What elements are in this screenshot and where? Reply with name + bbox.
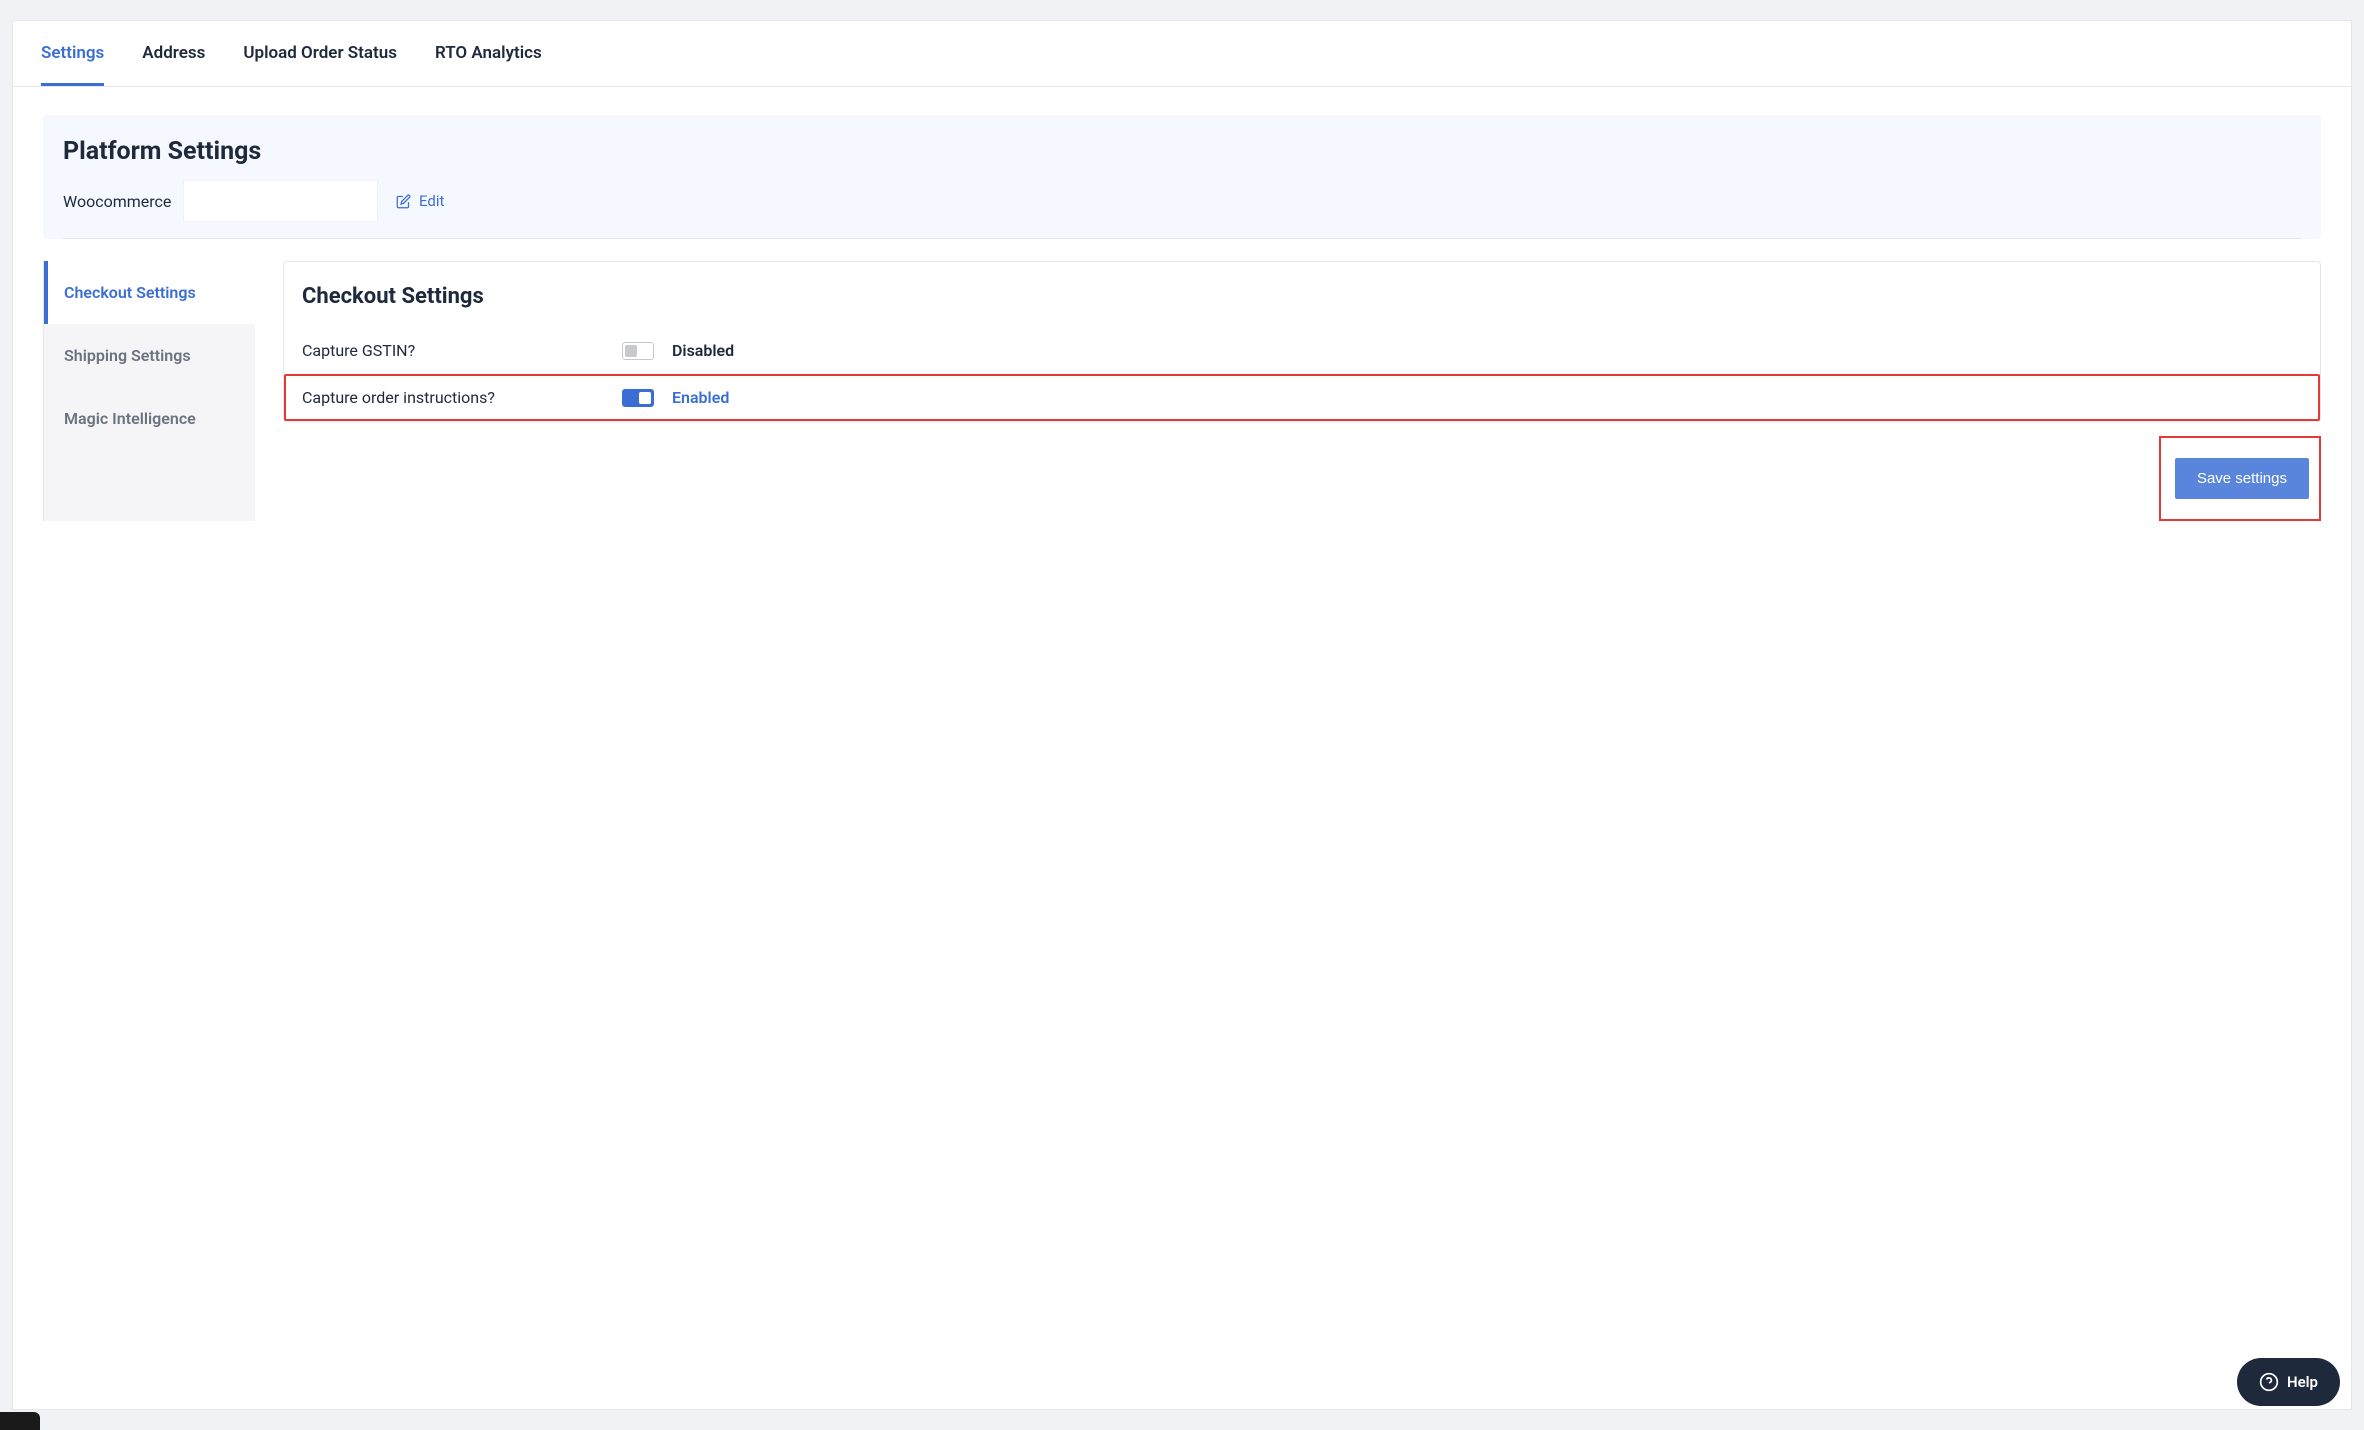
edit-label: Edit [419, 192, 444, 210]
main-container: Settings Address Upload Order Status RTO… [12, 20, 2352, 1410]
sidetab-magic-intelligence[interactable]: Magic Intelligence [44, 387, 255, 450]
platform-settings-title: Platform Settings [63, 137, 2301, 166]
tab-upload-order-status[interactable]: Upload Order Status [243, 21, 397, 86]
edit-platform-link[interactable]: Edit [396, 192, 444, 210]
platform-settings-panel: Platform Settings Woocommerce Edit [43, 115, 2321, 239]
toggle-capture-gstin[interactable] [622, 342, 654, 360]
help-icon [2259, 1372, 2279, 1392]
content-area: Platform Settings Woocommerce Edit Check… [13, 87, 2351, 549]
save-highlight-box: Save settings [2159, 436, 2321, 521]
toggle-wrap-order-instructions: Enabled [622, 388, 729, 407]
toggle-status-order-instructions: Enabled [672, 388, 729, 407]
toggle-knob [639, 392, 651, 404]
toggle-capture-order-instructions[interactable] [622, 389, 654, 407]
tab-rto-analytics[interactable]: RTO Analytics [435, 21, 542, 86]
setting-label-order-instructions: Capture order instructions? [302, 388, 622, 407]
platform-value-box [183, 180, 378, 222]
platform-name: Woocommerce [63, 192, 183, 211]
setting-capture-order-instructions: Capture order instructions? Enabled [284, 374, 2320, 421]
toggle-knob [625, 345, 637, 357]
save-settings-button[interactable]: Save settings [2175, 458, 2309, 499]
platform-row: Woocommerce Edit [63, 180, 2301, 239]
edit-icon [396, 194, 411, 209]
main-panel: Checkout Settings Capture GSTIN? Disable… [255, 261, 2321, 521]
help-widget[interactable]: Help [2237, 1358, 2340, 1406]
sidetab-shipping-settings[interactable]: Shipping Settings [44, 324, 255, 387]
sidetab-checkout-settings[interactable]: Checkout Settings [44, 261, 255, 324]
help-label: Help [2287, 1373, 2318, 1391]
checkout-settings-card: Checkout Settings Capture GSTIN? Disable… [283, 261, 2321, 422]
toggle-status-gstin: Disabled [672, 341, 734, 360]
settings-layout: Checkout Settings Shipping Settings Magi… [43, 261, 2321, 521]
tab-address[interactable]: Address [142, 21, 205, 86]
checkout-settings-title: Checkout Settings [284, 284, 2320, 327]
save-row: Save settings [283, 436, 2321, 521]
setting-label-gstin: Capture GSTIN? [302, 341, 622, 360]
setting-capture-gstin: Capture GSTIN? Disabled [284, 327, 2320, 374]
tab-settings[interactable]: Settings [41, 21, 104, 86]
bottom-left-tab [0, 1412, 40, 1430]
side-tabs: Checkout Settings Shipping Settings Magi… [43, 261, 255, 521]
toggle-wrap-gstin: Disabled [622, 341, 734, 360]
top-tabs: Settings Address Upload Order Status RTO… [13, 21, 2351, 87]
